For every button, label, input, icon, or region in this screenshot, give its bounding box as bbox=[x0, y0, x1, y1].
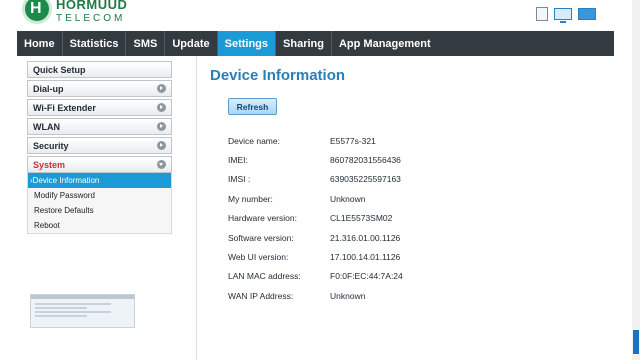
info-value: 639035225597163 bbox=[330, 174, 401, 185]
info-value: F0:0F:EC:44:7A:24 bbox=[330, 271, 403, 282]
expand-arrow-icon bbox=[157, 122, 166, 131]
info-value: CL1E5573SM02 bbox=[330, 213, 393, 224]
page-scrollbar[interactable] bbox=[632, 0, 640, 360]
info-row-my-number: My number: Unknown bbox=[228, 189, 403, 208]
sidebar-item-label: Dial-up bbox=[33, 83, 64, 94]
info-label: Hardware version: bbox=[228, 213, 297, 224]
info-label: IMEI: bbox=[228, 155, 248, 166]
info-row-imsi: IMSI : 639035225597163 bbox=[228, 170, 403, 189]
nav-app-management[interactable]: App Management bbox=[332, 31, 438, 56]
device-info-list: Device name: E5577s-321 IMEI: 8607820315… bbox=[228, 131, 403, 306]
info-row-device-name: Device name: E5577s-321 bbox=[228, 131, 403, 150]
info-value: 17.100.14.01.1126 bbox=[330, 252, 401, 263]
info-row-imei: IMEI: 860782031556436 bbox=[228, 150, 403, 169]
nav-statistics[interactable]: Statistics bbox=[63, 31, 127, 56]
sidebar-item-system[interactable]: System bbox=[27, 156, 172, 173]
brand-subtitle: TELECOM bbox=[56, 13, 126, 24]
info-row-hardware-version: Hardware version: CL1E5573SM02 bbox=[228, 209, 403, 228]
sidebar-item-quick-setup[interactable]: Quick Setup bbox=[27, 61, 172, 78]
sidebar-item-label: Quick Setup bbox=[33, 64, 86, 75]
nav-home[interactable]: Home bbox=[17, 31, 63, 56]
mobile-view-icon[interactable] bbox=[536, 7, 548, 21]
sidebar-item-label: Wi-Fi Extender bbox=[33, 102, 96, 113]
brand-logo[interactable]: H HORMUUD TELECOM bbox=[20, 0, 127, 30]
nav-sharing[interactable]: Sharing bbox=[276, 31, 332, 56]
info-label: Software version: bbox=[228, 232, 294, 243]
system-submenu: › Device Information Modify Password Res… bbox=[27, 173, 172, 234]
info-label: My number: bbox=[228, 193, 273, 204]
expand-arrow-icon bbox=[157, 84, 166, 93]
view-mode-switcher bbox=[536, 7, 596, 23]
screenshot-thumbnail bbox=[30, 294, 135, 328]
sidebar-item-label: Security bbox=[33, 140, 69, 151]
sidebar-item-label: WLAN bbox=[33, 121, 60, 132]
info-label: Device name: bbox=[228, 135, 280, 146]
info-label: Web UI version: bbox=[228, 252, 289, 263]
brand-name: HORMUUD bbox=[56, 0, 128, 12]
submenu-modify-password[interactable]: Modify Password bbox=[28, 188, 171, 203]
info-row-web-ui-version: Web UI version: 17.100.14.01.1126 bbox=[228, 247, 403, 266]
refresh-button[interactable]: Refresh bbox=[228, 98, 277, 115]
nav-update[interactable]: Update bbox=[165, 31, 218, 56]
sidebar-item-dial-up[interactable]: Dial-up bbox=[27, 80, 172, 97]
info-value: 860782031556436 bbox=[330, 155, 401, 166]
expand-arrow-icon bbox=[157, 141, 166, 150]
desktop-view-icon[interactable] bbox=[554, 8, 572, 23]
submenu-reboot[interactable]: Reboot bbox=[28, 218, 171, 233]
page-title: Device Information bbox=[210, 67, 346, 84]
tablet-view-icon[interactable] bbox=[578, 8, 596, 20]
submenu-restore-defaults[interactable]: Restore Defaults bbox=[28, 203, 171, 218]
info-value: E5577s-321 bbox=[330, 135, 376, 146]
collapse-arrow-icon bbox=[157, 160, 166, 169]
sidebar-item-wifi-extender[interactable]: Wi-Fi Extender bbox=[27, 99, 172, 116]
info-value: Unknown bbox=[330, 290, 366, 301]
info-row-lan-mac: LAN MAC address: F0:0F:EC:44:7A:24 bbox=[228, 267, 403, 286]
info-value: Unknown bbox=[330, 193, 366, 204]
info-value: 21.316.01.00.1126 bbox=[330, 232, 401, 243]
submenu-device-information[interactable]: › Device Information bbox=[28, 173, 171, 188]
info-label: LAN MAC address: bbox=[228, 271, 301, 282]
sidebar-item-security[interactable]: Security bbox=[27, 137, 172, 154]
main-nav: Home Statistics SMS Update Settings Shar… bbox=[17, 31, 614, 56]
info-row-wan-ip: WAN IP Address: Unknown bbox=[228, 286, 403, 305]
expand-arrow-icon bbox=[157, 103, 166, 112]
info-label: WAN IP Address: bbox=[228, 290, 294, 301]
info-label: IMSI : bbox=[228, 174, 251, 185]
nav-sms[interactable]: SMS bbox=[126, 31, 166, 56]
scrollbar-thumb[interactable] bbox=[633, 330, 639, 354]
info-row-software-version: Software version: 21.316.01.00.1126 bbox=[228, 228, 403, 247]
sidebar-item-label: System bbox=[33, 159, 66, 170]
sidebar-item-wlan[interactable]: WLAN bbox=[27, 118, 172, 135]
settings-sidebar: Quick Setup Dial-up Wi-Fi Extender WLAN … bbox=[27, 61, 172, 234]
nav-settings[interactable]: Settings bbox=[217, 31, 277, 56]
logo-mark-icon: H bbox=[20, 0, 54, 30]
router-web-ui: H HORMUUD TELECOM Home Statistics SMS Up… bbox=[0, 0, 640, 360]
content-divider bbox=[196, 56, 197, 360]
